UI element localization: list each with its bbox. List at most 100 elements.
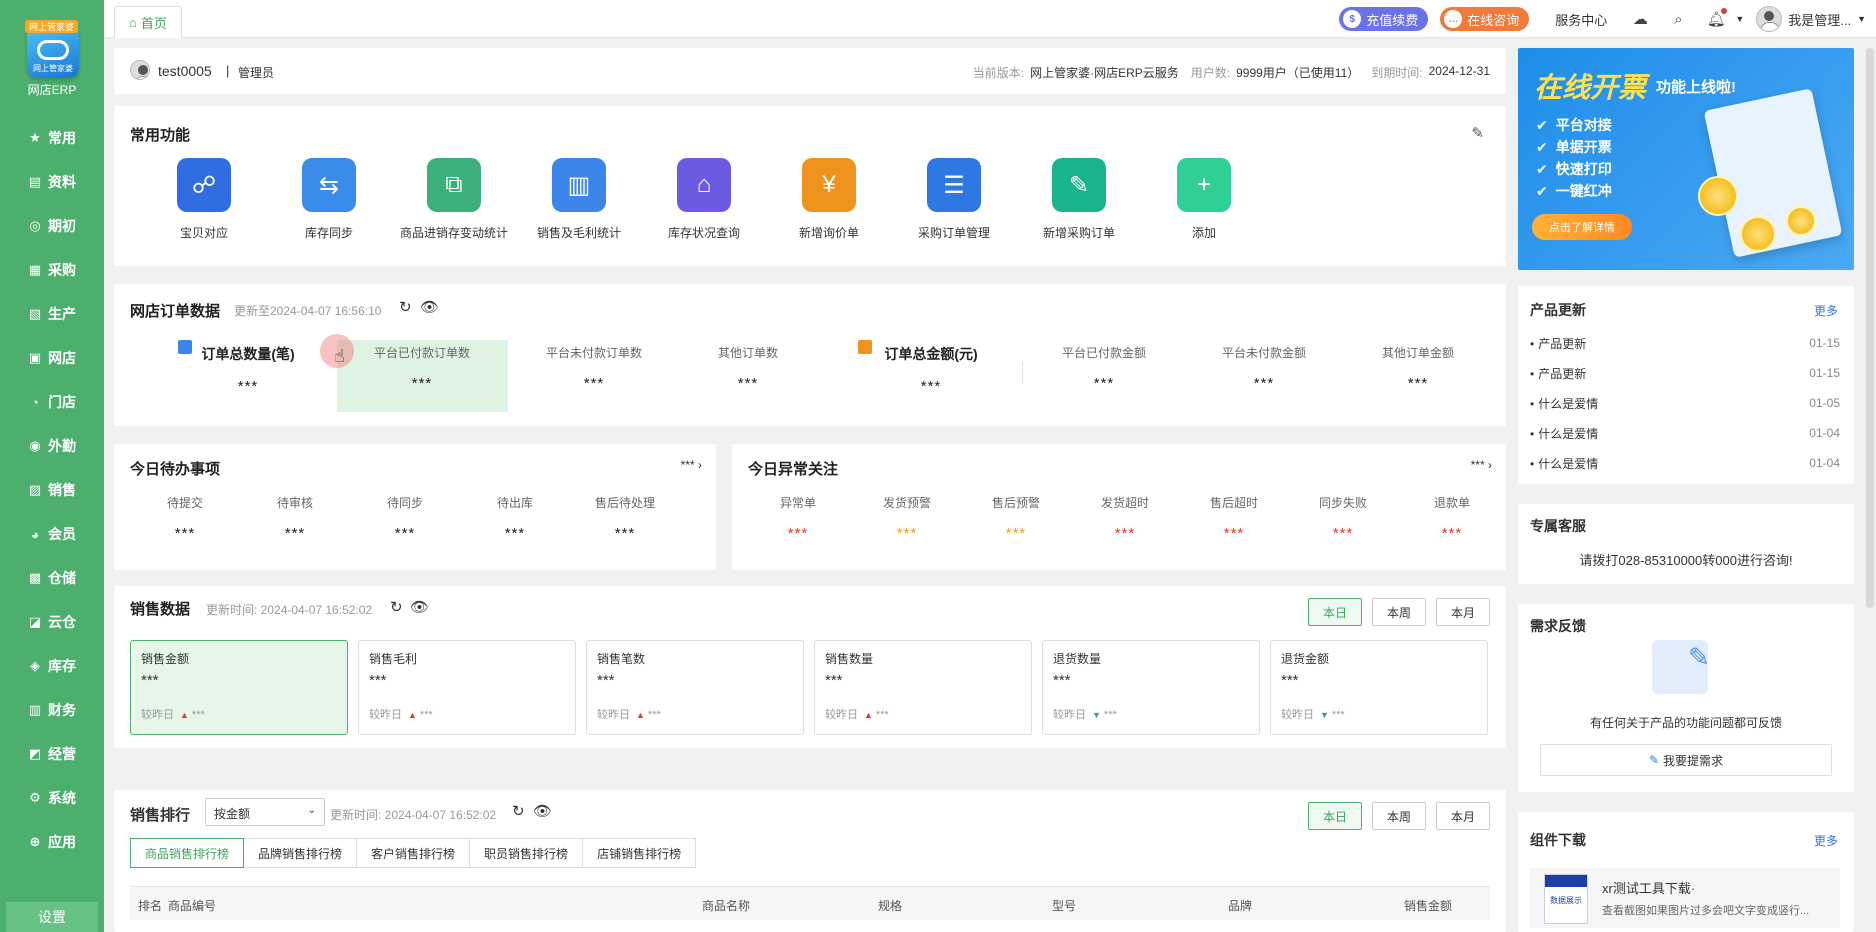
more-link[interactable]: 更多 <box>1814 302 1838 319</box>
eye-icon[interactable]: 👁︎ <box>420 298 439 316</box>
refresh-icon[interactable]: ↻ <box>390 598 403 616</box>
period-button[interactable]: 本月 <box>1436 598 1490 626</box>
refresh-icon[interactable]: ↻ <box>512 802 525 820</box>
app-logo[interactable]: 网上管家婆 网上管家婆 <box>25 20 79 78</box>
function-shortcut[interactable]: + 添加 <box>1134 158 1274 241</box>
eye-off-icon[interactable]: 👁︎ <box>410 598 429 616</box>
function-shortcut[interactable]: ✎ 新增采购订单 <box>1009 158 1149 241</box>
sidebar-item[interactable]: ◪ 云仓 <box>0 600 104 644</box>
search-icon[interactable]: ⌕ <box>1667 8 1689 30</box>
sidebar-item[interactable]: ★ 常用 <box>0 116 104 160</box>
kpi-card[interactable]: 退货数量 *** 较昨日 ▼ *** <box>1042 640 1260 735</box>
sidebar-item[interactable]: ▥ 财务 <box>0 688 104 732</box>
todo-item[interactable]: 待出库 *** <box>460 494 570 542</box>
invoice-banner[interactable]: 在线开票 功能上线啦! ✔ 平台对接 ✔ 单据开票 ✔ 快速打印 ✔ 一键红冲 点击了解详情 <box>1518 48 1854 270</box>
sidebar-item[interactable]: ▣ 网店 <box>0 336 104 380</box>
period-button[interactable]: 本日 <box>1308 598 1362 626</box>
ranking-tab[interactable]: 店铺销售排行榜 <box>582 838 697 868</box>
column-header[interactable]: 商品名称 <box>702 897 750 914</box>
abnormal-item[interactable]: 异常单 *** <box>748 494 848 542</box>
sidebar-item[interactable]: ▩ 仓储 <box>0 556 104 600</box>
user-menu[interactable]: 我是管理... ▼ <box>1756 6 1866 32</box>
function-shortcut[interactable]: ⌂ 库存状况查询 <box>634 158 774 241</box>
scrollbar[interactable] <box>1866 48 1874 608</box>
column-header[interactable]: 品牌 <box>1228 897 1252 914</box>
column-header[interactable]: 型号 <box>1052 897 1076 914</box>
column-header[interactable]: 规格 <box>878 897 902 914</box>
sidebar-item[interactable]: ⊕ 应用 <box>0 820 104 864</box>
sidebar-item[interactable]: ▦ 采购 <box>0 248 104 292</box>
sidebar-item[interactable]: ◉ 外勤 <box>0 424 104 468</box>
sidebar-item[interactable]: ◔ 门店 <box>0 380 104 424</box>
list-item[interactable]: • 什么是爱情 01-05 <box>1530 388 1840 418</box>
stat-item[interactable]: 平台已付款金额 *** <box>1034 344 1174 392</box>
function-shortcut[interactable]: ¥ 新增询价单 <box>759 158 899 241</box>
function-shortcut[interactable]: ▥ 销售及毛利统计 <box>509 158 649 241</box>
ranking-tab[interactable]: 职员销售排行榜 <box>469 838 584 868</box>
function-shortcut[interactable]: ⇆ 库存同步 <box>259 158 399 241</box>
sidebar-item[interactable]: ◩ 经营 <box>0 732 104 776</box>
stat-item[interactable]: 平台未付款订单数 *** <box>524 344 664 392</box>
abnormal-item[interactable]: 发货超时 *** <box>1075 494 1175 542</box>
todo-item[interactable]: 待同步 *** <box>350 494 460 542</box>
column-header[interactable]: 销售金额 <box>1404 897 1452 914</box>
todo-more[interactable]: *** › <box>681 458 702 472</box>
period-button[interactable]: 本周 <box>1372 598 1426 626</box>
abnormal-item[interactable]: 售后超时 *** <box>1184 494 1284 542</box>
todo-item[interactable]: 售后待处理 *** <box>570 494 680 542</box>
todo-item[interactable]: 待审核 *** <box>240 494 350 542</box>
cloud-download-icon[interactable]: ☁ <box>1629 8 1651 30</box>
service-center-link[interactable]: 服务中心 <box>1555 10 1607 29</box>
eye-icon[interactable]: 👁︎ <box>533 802 552 820</box>
kpi-card[interactable]: 销售金额 *** 较昨日 ▲ *** <box>130 640 348 735</box>
banner-cta-button[interactable]: 点击了解详情 <box>1532 214 1632 240</box>
stat-item[interactable]: 平台未付款金额 *** <box>1194 344 1334 392</box>
abnormal-item[interactable]: 发货预警 *** <box>857 494 957 542</box>
function-shortcut[interactable]: ⧉ 商品进销存变动统计 <box>384 158 524 241</box>
ranking-tab[interactable]: 客户销售排行榜 <box>356 838 471 868</box>
stat-item[interactable]: 其他订单数 *** <box>678 344 818 392</box>
stat-item[interactable]: 平台已付款订单数 *** <box>352 344 492 392</box>
list-item[interactable]: • 产品更新 01-15 <box>1530 328 1840 358</box>
ranking-select[interactable]: 按金额 ⌄ <box>205 798 325 826</box>
kpi-card[interactable]: 退货金额 *** 较昨日 ▼ *** <box>1270 640 1488 735</box>
abnormal-item[interactable]: 退款单 *** <box>1402 494 1502 542</box>
recharge-button[interactable]: $ 充值续费 <box>1339 7 1429 31</box>
chevron-down-icon[interactable]: ▼ <box>1735 14 1744 24</box>
function-shortcut[interactable]: ☰ 采购订单管理 <box>884 158 1024 241</box>
kpi-card[interactable]: 销售笔数 *** 较昨日 ▲ *** <box>586 640 804 735</box>
list-item[interactable]: • 什么是爱情 01-04 <box>1530 418 1840 448</box>
more-link[interactable]: 更多 <box>1814 832 1838 849</box>
abnormal-item[interactable]: 售后预警 *** <box>966 494 1066 542</box>
abnormal-item[interactable]: 同步失败 *** <box>1293 494 1393 542</box>
sidebar-item[interactable]: ▤ 资料 <box>0 160 104 204</box>
settings-button[interactable]: 设置 <box>6 902 98 932</box>
sidebar-item[interactable]: ▧ 生产 <box>0 292 104 336</box>
refresh-icon[interactable]: ↻ <box>399 298 412 316</box>
column-header[interactable]: 排名 <box>138 897 162 914</box>
bell-icon[interactable]: 🔔︎ <box>1705 8 1728 30</box>
edit-icon[interactable]: ✎ <box>1471 124 1484 142</box>
submit-request-button[interactable]: ✎ 我要提需求 <box>1540 744 1832 776</box>
tab-home[interactable]: ⌂ 首页 <box>114 6 182 38</box>
sidebar-item[interactable]: ⚙ 系统 <box>0 776 104 820</box>
period-button[interactable]: 本周 <box>1372 802 1426 830</box>
function-shortcut[interactable]: ☍ 宝贝对应 <box>134 158 274 241</box>
ranking-tab[interactable]: 品牌销售排行榜 <box>243 838 358 868</box>
sidebar-item[interactable]: ◎ 期初 <box>0 204 104 248</box>
column-header[interactable]: 商品编号 <box>168 897 216 914</box>
list-item[interactable]: • 什么是爱情 01-04 <box>1530 448 1840 478</box>
abnormal-more[interactable]: *** › <box>1471 458 1492 472</box>
period-button[interactable]: 本月 <box>1436 802 1490 830</box>
kpi-card[interactable]: 销售数量 *** 较昨日 ▲ *** <box>814 640 1032 735</box>
kpi-card[interactable]: 销售毛利 *** 较昨日 ▲ *** <box>358 640 576 735</box>
stat-item[interactable]: 其他订单金额 *** <box>1348 344 1488 392</box>
todo-item[interactable]: 待提交 *** <box>130 494 240 542</box>
list-item[interactable]: • 产品更新 01-15 <box>1530 358 1840 388</box>
sidebar-item[interactable]: ◕ 会员 <box>0 512 104 556</box>
consult-button[interactable]: … 在线咨询 <box>1440 7 1530 31</box>
ranking-tab[interactable]: 商品销售排行榜 <box>130 838 245 868</box>
download-item[interactable]: 数据展示 xr测试工具下载· 查看截图如果图片过多会吧文字变成竖行... <box>1530 868 1840 928</box>
sidebar-item[interactable]: ▨ 销售 <box>0 468 104 512</box>
period-button[interactable]: 本日 <box>1308 802 1362 830</box>
